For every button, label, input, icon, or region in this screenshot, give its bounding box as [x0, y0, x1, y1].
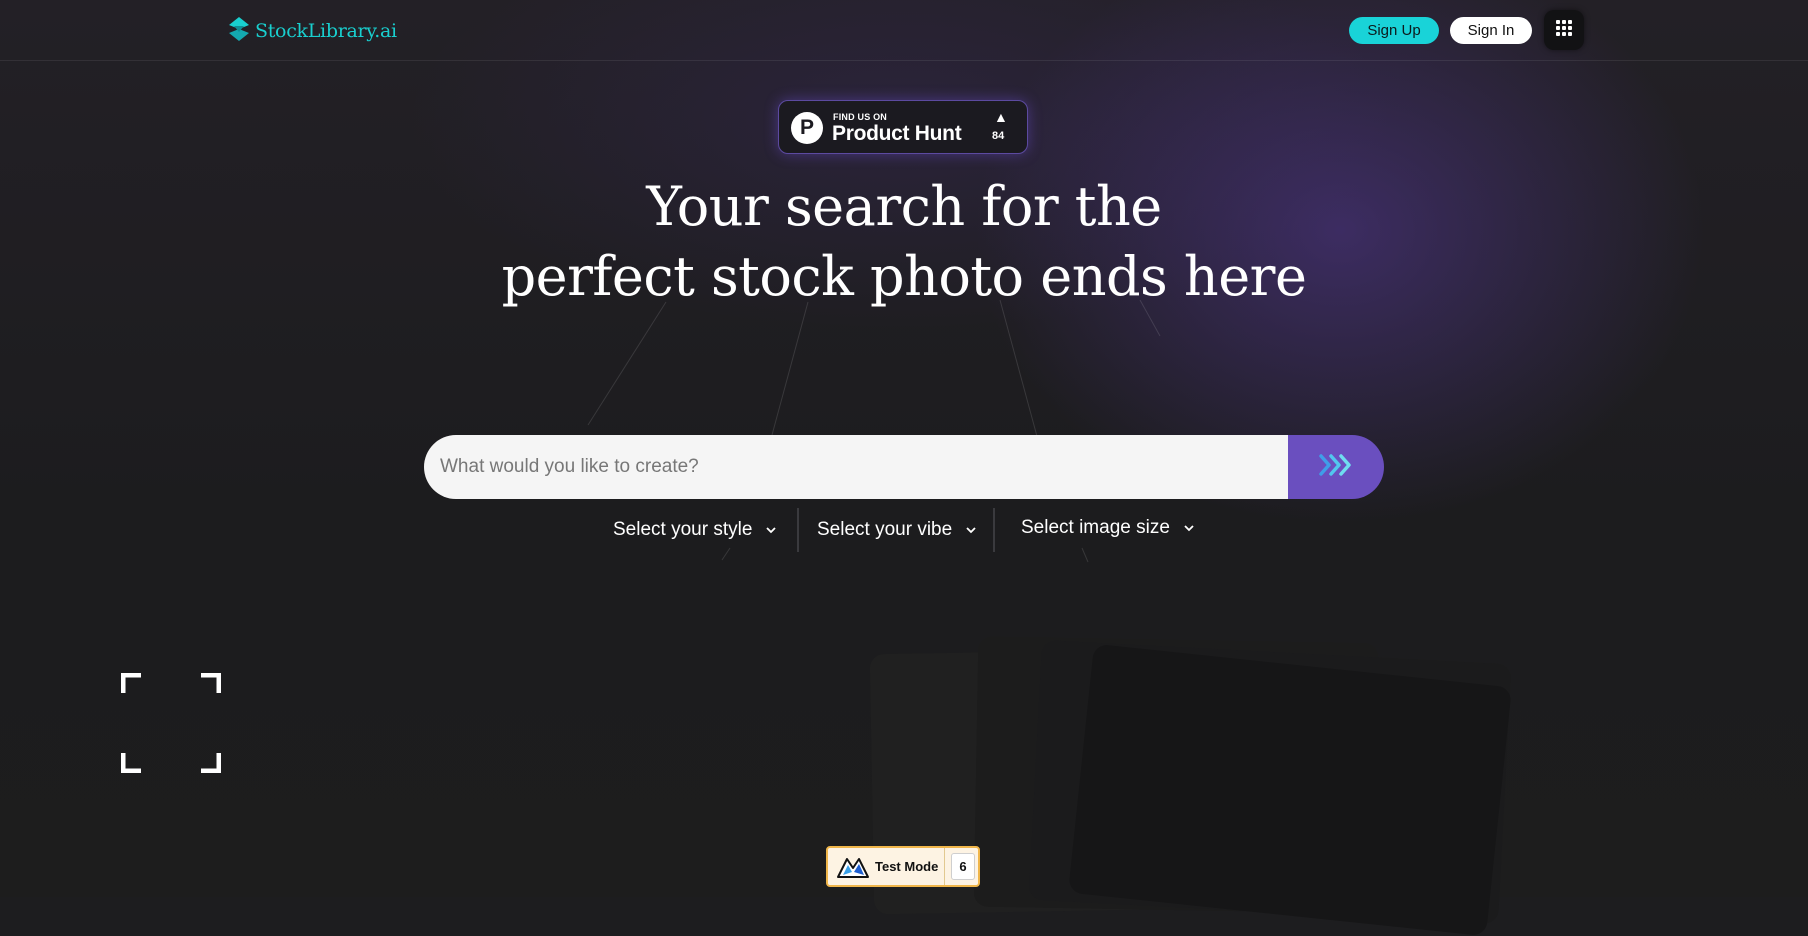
style-select[interactable]: Select your style	[613, 508, 777, 552]
test-mode-badge[interactable]: Test Mode 6	[826, 846, 980, 887]
select-divider	[993, 508, 995, 552]
triple-chevron-right-icon	[1318, 453, 1354, 482]
vibe-select[interactable]: Select your vibe	[817, 508, 976, 552]
image-size-select-label: Select image size	[1021, 517, 1170, 538]
product-hunt-title: Product Hunt	[832, 122, 962, 145]
search-submit-button[interactable]	[1288, 435, 1384, 499]
top-navigation: StockLibrary.ai Sign Up Sign In	[0, 0, 1808, 61]
preview-card	[1068, 643, 1512, 936]
vibe-select-label: Select your vibe	[817, 519, 953, 540]
upvote-arrow-icon: ▲	[994, 109, 1008, 125]
chevron-down-icon	[766, 523, 777, 537]
sign-in-button[interactable]: Sign In	[1450, 17, 1532, 44]
test-mode-count: 6	[951, 853, 975, 880]
hero-headline-line-1: Your search for the	[646, 175, 1162, 238]
apps-menu-button[interactable]	[1544, 10, 1584, 50]
test-mode-separator	[944, 848, 945, 885]
product-hunt-badge[interactable]: P FIND US ON Product Hunt ▲ 84	[778, 100, 1028, 154]
hero-headline: Your search for the perfect stock photo …	[400, 172, 1408, 312]
hero-headline-line-2: perfect stock photo ends here	[501, 245, 1307, 308]
search-input[interactable]	[424, 435, 1292, 499]
search-bar	[424, 435, 1384, 499]
logo[interactable]: StockLibrary.ai	[227, 16, 397, 47]
image-size-select[interactable]: Select image size	[1021, 506, 1194, 550]
chevron-down-icon	[966, 523, 976, 537]
stacked-diamond-icon	[227, 16, 251, 47]
expand-corners-icon[interactable]	[120, 672, 222, 774]
product-hunt-small-text: FIND US ON	[833, 112, 888, 122]
upvote-count: 84	[992, 130, 1005, 142]
select-divider	[797, 508, 799, 552]
chevron-down-icon	[1184, 521, 1194, 535]
sign-up-button[interactable]: Sign Up	[1349, 17, 1439, 44]
mountain-logo-icon	[836, 854, 870, 885]
product-hunt-logo-icon: P	[791, 112, 823, 144]
grid-dots-icon	[1555, 19, 1573, 42]
style-select-label: Select your style	[613, 519, 753, 540]
test-mode-label: Test Mode	[875, 859, 939, 874]
logo-text: StockLibrary.ai	[255, 20, 397, 42]
